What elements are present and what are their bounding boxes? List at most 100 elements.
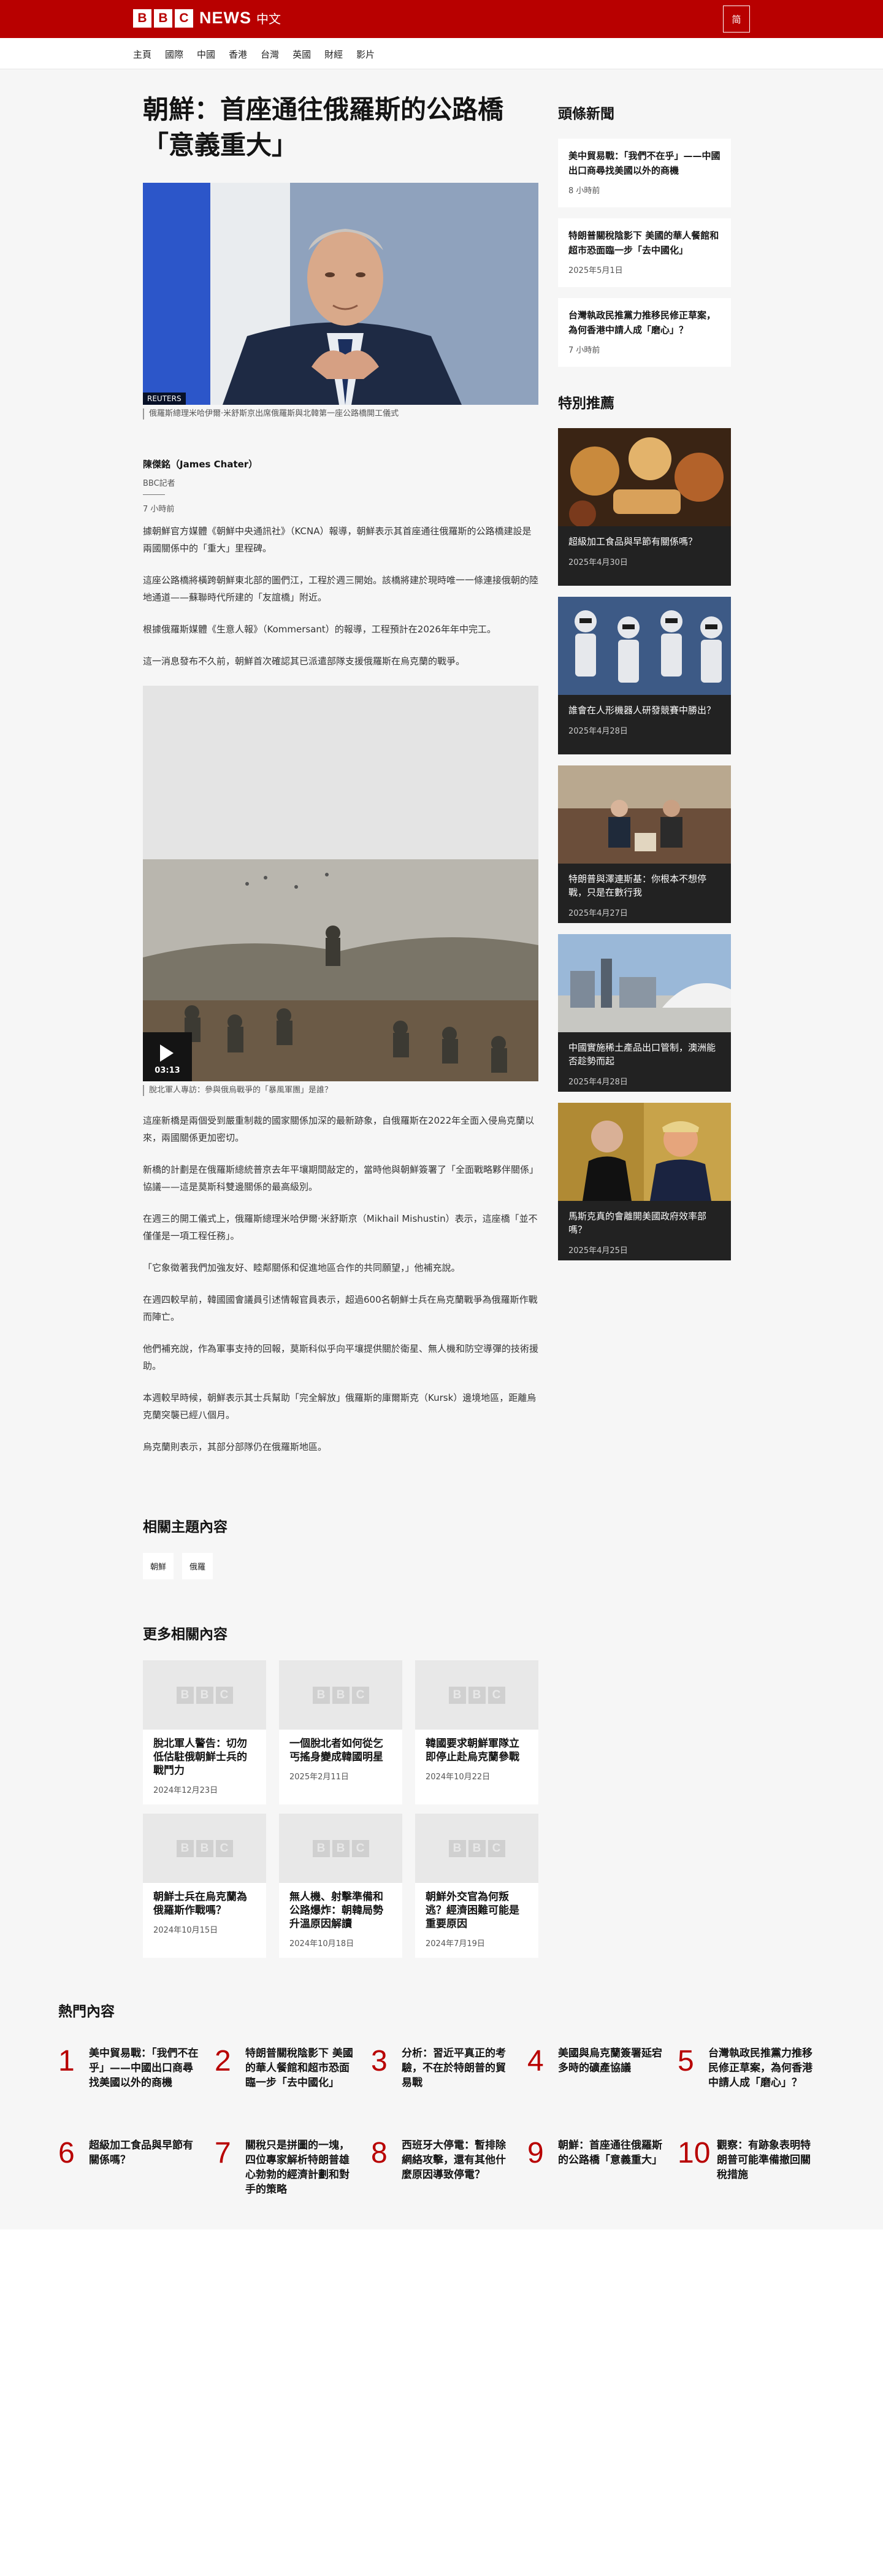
featured-card-title: 馬斯克真的會離開美國政府效率部嗎？ <box>568 1211 707 1235</box>
nav-taiwan[interactable]: 台灣 <box>261 48 279 61</box>
related-card-date: 2024年12月23日 <box>153 1786 218 1795</box>
nav-uk[interactable]: 英國 <box>292 48 311 61</box>
featured-image-robots <box>558 597 731 695</box>
related-card-title: 朝鮮外交官為何叛逃？經濟困難可能是重要原因 <box>426 1891 519 1930</box>
most-read-headline: 台灣執政民推黨力推移民修正草案，為何香港中請人成「磨心」？ <box>708 2047 812 2089</box>
bbc-placeholder-image: BBC <box>415 1814 538 1883</box>
top-story-title: 特朗普關稅陰影下 美國的華人餐館和超市恐面臨一步「去中國化」 <box>568 230 719 256</box>
logo-news-text: NEWS <box>199 9 251 27</box>
logo-letter-c: C <box>175 9 193 28</box>
featured-list: 超級加工食品與早節有關係嗎？ 2025年4月30日 誰會在人形機器人研發競賽中勝… <box>558 428 731 1260</box>
top-story-card[interactable]: 特朗普關稅陰影下 美國的華人餐館和超市恐面臨一步「去中國化」 2025年5月1日 <box>558 218 731 287</box>
most-read-item[interactable]: 9 朝鮮：首座通往俄羅斯的公路橋「意義重大」 <box>527 2138 668 2169</box>
bbc-placeholder-image: BBC <box>143 1660 266 1730</box>
top-story-card[interactable]: 台灣執政民推黨力推移民修正草案，為何香港中請人成「磨心」？ 7 小時前 <box>558 298 731 367</box>
featured-image-meeting <box>558 765 731 864</box>
top-story-title: 美中貿易戰：「我們不在乎」——中國出口商尋找美國以外的商機 <box>568 150 721 176</box>
related-card-title: 脫北軍人警告：切勿低估駐俄朝鮮士兵的戰鬥力 <box>153 1738 247 1777</box>
nav-world[interactable]: 國際 <box>165 48 183 61</box>
most-read-rank: 7 <box>215 2137 231 2169</box>
most-read-rank: 9 <box>527 2137 544 2169</box>
byline-divider <box>143 494 165 495</box>
most-read-rank: 6 <box>58 2137 75 2169</box>
related-card-title: 一個脫北者如何從乞丐搖身變成韓國明星 <box>289 1738 383 1763</box>
most-read-rank: 2 <box>215 2045 231 2077</box>
most-read-rank: 8 <box>371 2137 388 2169</box>
article: 朝鮮：首座通往俄羅斯的公路橋「意義重大」 REUTERS 俄羅斯總理米哈伊爾·米… <box>143 92 538 1455</box>
topic-tag[interactable]: 朝鮮 <box>143 1553 174 1579</box>
related-card-date: 2024年10月22日 <box>426 1773 491 1782</box>
related-card[interactable]: BBC 脫北軍人警告：切勿低估駐俄朝鮮士兵的戰鬥力 2024年12月23日 <box>143 1660 266 1804</box>
featured-card-title: 超級加工食品與早節有關係嗎？ <box>568 536 698 547</box>
nav-home[interactable]: 主頁 <box>133 48 151 61</box>
featured-card-date: 2025年4月25日 <box>568 1246 628 1255</box>
most-read-item[interactable]: 10 觀察：有跡象表明特朗普可能準備撤回關稅措施 <box>678 2138 819 2182</box>
related-card[interactable]: BBC 朝鮮外交官為何叛逃？經濟困難可能是重要原因 2024年7月19日 <box>415 1814 538 1958</box>
top-story-title: 台灣執政民推黨力推移民修正草案，為何香港中請人成「磨心」？ <box>568 310 716 335</box>
play-icon <box>160 1045 174 1062</box>
video-play-button[interactable]: 03:13 <box>143 1032 192 1081</box>
topic-tag[interactable]: 俄羅 <box>182 1553 213 1579</box>
article-paragraph: 在週三的開工儀式上，俄羅斯總理米哈伊爾·米舒斯京（Mikhail Mishust… <box>143 1213 538 1241</box>
top-story-date: 8 小時前 <box>568 186 600 196</box>
article-paragraph: 新橋的計劃是在俄羅斯總統普京去年平壤期間敲定的，當時他與朝鮮簽署了「全面戰略夥伴… <box>143 1164 539 1192</box>
most-read-item[interactable]: 8 西班牙大停電：暫排除網絡攻擊，還有其他什麼原因導致停電？ <box>371 2138 512 2182</box>
top-story-date: 7 小時前 <box>568 346 600 355</box>
related-card[interactable]: BBC 韓國要求朝鮮軍隊立即停止赴烏克蘭參戰 2024年10月22日 <box>415 1660 538 1804</box>
article-paragraph: 他們補充說，作為軍事支持的回報，莫斯科似乎向平壤提供關於衛星、無人機和防空導彈的… <box>143 1343 539 1371</box>
bbc-placeholder-image: BBC <box>279 1814 402 1883</box>
featured-card[interactable]: 特朗普與澤連斯基：你根本不想停戰，只是在數行我 2025年4月27日 <box>558 765 731 923</box>
article-paragraph: 這座公路橋將橫跨朝鮮東北部的圖們江，工程於週三開始。該橋將建於現時唯一一條連接俄… <box>143 575 539 603</box>
bbc-logo[interactable]: B B C NEWS 中文 <box>133 9 281 28</box>
article-paragraph: 這座新橋是兩個受到嚴重制裁的國家關係加深的最新跡象，自俄羅斯在2022年全面入侵… <box>143 1115 535 1143</box>
featured-card[interactable]: 超級加工食品與早節有關係嗎？ 2025年4月30日 <box>558 428 731 586</box>
more-related: 更多相關內容 BBC 脫北軍人警告：切勿低估駐俄朝鮮士兵的戰鬥力 2024年12… <box>143 1622 538 1979</box>
related-card[interactable]: BBC 一個脫北者如何從乞丐搖身變成韓國明星 2025年2月11日 <box>279 1660 402 1804</box>
featured-card[interactable]: 中國實施稀土產品出口管制，澳洲能否趁勢而起 2025年4月28日 <box>558 934 731 1092</box>
most-read-rank: 3 <box>371 2045 388 2077</box>
top-story-card[interactable]: 美中貿易戰：「我們不在乎」——中國出口商尋找美國以外的商機 8 小時前 <box>558 139 731 207</box>
most-read-item[interactable]: 5 台灣執政民推黨力推移民修正草案，為何香港中請人成「磨心」？ <box>678 2046 819 2090</box>
most-read-headline: 美中貿易戰：「我們不在乎」——中國出口商尋找美國以外的商機 <box>89 2047 199 2089</box>
top-stories-list: 美中貿易戰：「我們不在乎」——中國出口商尋找美國以外的商機 8 小時前 特朗普關… <box>558 139 731 367</box>
more-related-title: 更多相關內容 <box>143 1627 227 1643</box>
related-card-date: 2024年10月18日 <box>289 1939 354 1949</box>
related-topics: 相關主題內容 朝鮮 俄羅 <box>143 1515 227 1579</box>
most-read-item[interactable]: 7 關稅只是拼圖的一塊，四位專家解析特朗普雄心勃勃的經濟計劃和對手的策略 <box>215 2138 356 2197</box>
article-paragraph: 「它象徵著我們加強友好、睦鄰關係和促進地區合作的共同願望，」他補充說。 <box>143 1262 461 1273</box>
simplified-chinese-toggle[interactable]: 简 <box>723 6 750 33</box>
related-card-date: 2024年7月19日 <box>426 1939 485 1949</box>
related-card[interactable]: BBC 朝鮮士兵在烏克蘭為俄羅斯作戰嗎？ 2024年10月15日 <box>143 1814 266 1958</box>
byline: 陳傑銘（James Chater） BBC記者 7 小時前 <box>143 458 538 514</box>
logo-letter-b2: B <box>154 9 172 28</box>
most-read-item[interactable]: 3 分析：習近平真正的考驗，不在於特朗普的貿易戰 <box>371 2046 512 2090</box>
bbc-placeholder-image: BBC <box>279 1660 402 1730</box>
most-read-headline: 分析：習近平真正的考驗，不在於特朗普的貿易戰 <box>402 2047 506 2089</box>
nav-china[interactable]: 中國 <box>197 48 215 61</box>
nav-business[interactable]: 財經 <box>324 48 343 61</box>
bbc-placeholder-image: BBC <box>415 1660 538 1730</box>
author-name: 陳傑銘（James Chater） <box>143 459 258 470</box>
related-card[interactable]: BBC 無人機、射擊準備和公路爆炸：朝韓局勢升溫原因解讀 2024年10月18日 <box>279 1814 402 1958</box>
most-read-headline: 關稅只是拼圖的一塊，四位專家解析特朗普雄心勃勃的經濟計劃和對手的策略 <box>245 2139 350 2196</box>
most-read-headline: 西班牙大停電：暫排除網絡攻擊，還有其他什麼原因導致停電？ <box>402 2139 506 2181</box>
most-read-item[interactable]: 4 美國與烏克蘭簽署延宕多時的礦產協議 <box>527 2046 668 2077</box>
video-player[interactable]: 03:13 <box>143 686 538 1081</box>
featured-card[interactable]: 誰會在人形機器人研發競賽中勝出？ 2025年4月28日 <box>558 597 731 754</box>
most-read-item[interactable]: 1 美中貿易戰：「我們不在乎」——中國出口商尋找美國以外的商機 <box>58 2046 199 2090</box>
hero-image: REUTERS <box>143 183 538 405</box>
featured-card[interactable]: 馬斯克真的會離開美國政府效率部嗎？ 2025年4月25日 <box>558 1103 731 1260</box>
nav-video[interactable]: 影片 <box>356 48 375 61</box>
most-read-rank: 1 <box>58 2045 75 2077</box>
article-paragraph: 本週較早時候，朝鮮表示其士兵幫助「完全解放」俄羅斯的庫爾斯克（Kursk）邊境地… <box>143 1392 537 1420</box>
featured-card-date: 2025年4月28日 <box>568 727 628 736</box>
most-read-item[interactable]: 6 超級加工食品與早節有關係嗎？ <box>58 2138 199 2169</box>
masthead: B B C NEWS 中文 简 <box>0 0 883 38</box>
featured-title: 特別推薦 <box>558 396 614 412</box>
most-read-rank: 10 <box>678 2137 711 2169</box>
most-read: 熱門內容 1 美中貿易戰：「我們不在乎」——中國出口商尋找美國以外的商機 2 特朗普… <box>58 1999 825 2199</box>
most-read-item[interactable]: 2 特朗普關稅陰影下 美國的華人餐館和超市恐面臨一步「去中國化」 <box>215 2046 356 2090</box>
nav-hongkong[interactable]: 香港 <box>229 48 247 61</box>
related-card-date: 2024年10月15日 <box>153 1926 218 1935</box>
most-read-headline: 美國與烏克蘭簽署延宕多時的礦產協議 <box>558 2047 662 2074</box>
